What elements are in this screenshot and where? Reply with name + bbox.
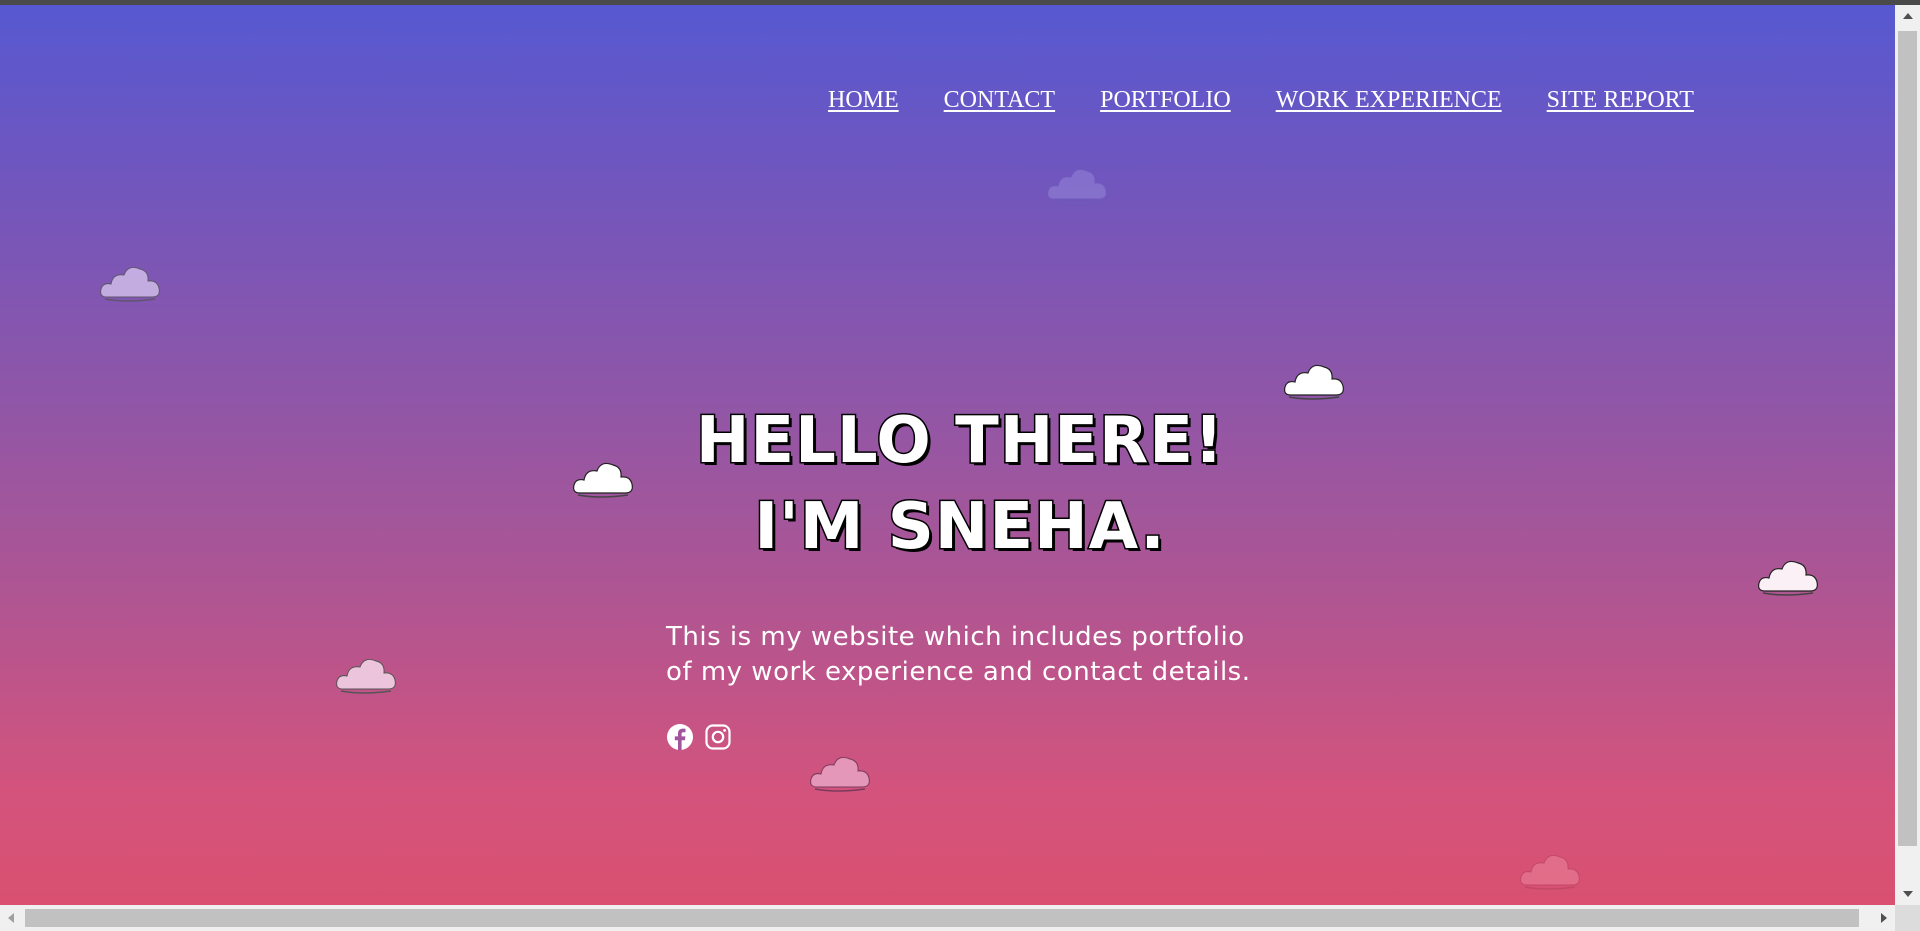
facebook-icon[interactable]	[666, 723, 694, 751]
hero-heading: HELLO THERE! I'M SNEHA.	[600, 398, 1320, 570]
scroll-left-arrow-icon[interactable]	[0, 905, 22, 931]
hero-intro: This is my website which includes portfo…	[666, 620, 1286, 690]
cloud-icon	[1758, 560, 1818, 596]
intro-line-1: This is my website which includes portfo…	[666, 622, 1245, 652]
cloud-icon	[336, 659, 396, 694]
cloud-icon	[810, 757, 870, 792]
scrollbar-corner	[1895, 905, 1920, 931]
instagram-icon[interactable]	[704, 723, 732, 751]
cloud-icon	[100, 267, 160, 302]
horizontal-scroll-thumb[interactable]	[25, 909, 1859, 927]
cloud-icon	[1284, 364, 1344, 400]
nav-link-contact[interactable]: CONTACT	[944, 87, 1055, 114]
nav-link-home[interactable]: HOME	[828, 87, 899, 114]
hero-section: HOME CONTACT PORTFOLIO WORK EXPERIENCE S…	[0, 5, 1895, 905]
vertical-scroll-thumb[interactable]	[1898, 31, 1917, 846]
scroll-up-arrow-icon[interactable]	[1895, 5, 1920, 27]
scroll-down-arrow-icon[interactable]	[1895, 883, 1920, 905]
cloud-icon	[1520, 855, 1580, 890]
heading-line-2: I'M SNEHA.	[753, 489, 1166, 566]
vertical-scrollbar[interactable]	[1895, 5, 1920, 905]
nav-link-portfolio[interactable]: PORTFOLIO	[1100, 87, 1231, 114]
social-links	[666, 723, 732, 751]
nav-link-work-experience[interactable]: WORK EXPERIENCE	[1276, 87, 1502, 114]
cloud-icon	[1047, 169, 1107, 204]
intro-line-2: of my work experience and contact detail…	[666, 657, 1251, 687]
heading-line-1: HELLO THERE!	[694, 403, 1225, 480]
scroll-right-arrow-icon[interactable]	[1873, 905, 1895, 931]
horizontal-scrollbar[interactable]	[0, 905, 1895, 931]
main-nav: HOME CONTACT PORTFOLIO WORK EXPERIENCE S…	[828, 87, 1694, 114]
nav-link-site-report[interactable]: SITE REPORT	[1547, 87, 1694, 114]
browser-viewport: HOME CONTACT PORTFOLIO WORK EXPERIENCE S…	[0, 0, 1920, 931]
